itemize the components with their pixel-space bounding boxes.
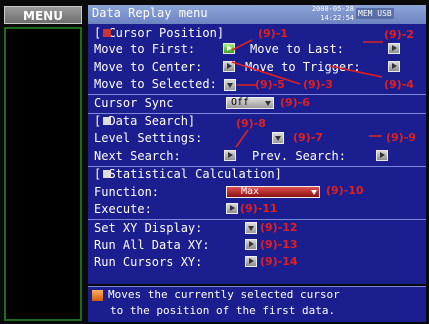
annotation-9-14: (9)-14 bbox=[260, 255, 298, 268]
help-text-line1: Moves the currently selected cursor bbox=[108, 288, 340, 301]
move-to-first-button[interactable] bbox=[223, 43, 235, 54]
cursor-sync-label: Cursor Sync bbox=[94, 96, 174, 110]
cursor-sync-value: Off bbox=[231, 97, 250, 108]
annotation-9-13: (9)-13 bbox=[260, 238, 298, 251]
annotation-9-12: (9)-12 bbox=[260, 221, 298, 234]
move-to-center-label: Move to Center: bbox=[94, 60, 203, 74]
annotation-9-11: (9)-11 bbox=[240, 202, 278, 215]
binoculars-icon bbox=[103, 117, 111, 125]
execute-label: Execute: bbox=[94, 202, 152, 216]
run-all-data-xy-label: Run All Data XY: bbox=[94, 238, 210, 252]
level-settings-dropdown[interactable] bbox=[272, 132, 284, 144]
move-to-last-label: Move to Last: bbox=[250, 42, 344, 56]
menu-button[interactable]: MENU bbox=[4, 6, 82, 24]
annotation-9-4: (9)-4 bbox=[384, 78, 414, 91]
chevron-down-icon bbox=[227, 83, 233, 88]
move-to-selected-label: Move to Selected: bbox=[94, 77, 217, 91]
function-label: Function: bbox=[94, 185, 160, 199]
screen: MENU Data Replay menu 2008-05-28 14:22:5… bbox=[0, 0, 429, 324]
next-search-label: Next Search: bbox=[94, 149, 181, 163]
chevron-down-icon bbox=[265, 101, 271, 106]
level-settings-label: Level Settings: bbox=[94, 131, 203, 145]
cursor-section-icon bbox=[103, 29, 111, 37]
datetime-display: 2008-05-28 14:22:54 bbox=[308, 5, 354, 23]
run-all-data-xy-button[interactable] bbox=[245, 239, 257, 250]
chevron-down-icon bbox=[275, 136, 281, 141]
info-icon bbox=[92, 290, 103, 301]
help-panel: Moves the currently selected cursor to t… bbox=[88, 286, 426, 322]
prev-search-label: Prev. Search: bbox=[252, 149, 346, 163]
annotation-9-2: (9)-2 bbox=[384, 28, 414, 41]
data-replay-panel: [ Cursor Position] Move to First: Move t… bbox=[88, 24, 426, 284]
annotation-9-10: (9)-10 bbox=[326, 184, 364, 197]
prev-search-button[interactable] bbox=[376, 150, 388, 161]
annotation-9-8: (9)-8 bbox=[236, 117, 266, 130]
move-to-last-button[interactable] bbox=[388, 43, 400, 54]
annotation-9-7: (9)-7 bbox=[293, 131, 323, 144]
annotation-9-9: (9)-9 bbox=[386, 131, 416, 144]
title-bar: Data Replay menu 2008-05-28 14:22:54 MEM… bbox=[88, 5, 426, 24]
function-dropdown[interactable]: Max bbox=[226, 186, 320, 198]
cursor-sync-dropdown[interactable]: Off bbox=[226, 97, 274, 109]
run-cursors-xy-label: Run Cursors XY: bbox=[94, 255, 203, 269]
section-cursor-position: [ Cursor Position] bbox=[94, 25, 224, 41]
page-title: Data Replay menu bbox=[92, 6, 208, 20]
date-text: 2008-05-28 bbox=[311, 5, 354, 13]
help-text-line2: to the position of the first data. bbox=[110, 304, 336, 317]
move-to-first-label: Move to First: bbox=[94, 42, 196, 56]
annotation-9-1: (9)-1 bbox=[258, 27, 288, 40]
function-value: Max bbox=[241, 186, 260, 197]
move-to-trigger-button[interactable] bbox=[388, 61, 400, 72]
set-xy-display-dropdown[interactable] bbox=[245, 222, 257, 234]
chevron-down-icon bbox=[248, 226, 254, 231]
left-panel bbox=[4, 27, 82, 321]
section-statistical-label: [ Statistical Calculation] bbox=[94, 167, 282, 181]
set-xy-display-label: Set XY Display: bbox=[94, 221, 203, 235]
time-text: 14:22:54 bbox=[320, 14, 354, 22]
run-cursors-xy-button[interactable] bbox=[245, 256, 257, 267]
chevron-down-icon bbox=[311, 190, 317, 195]
annotation-9-6: (9)-6 bbox=[280, 96, 310, 109]
move-to-selected-dropdown[interactable] bbox=[224, 79, 236, 91]
device-display: MENU Data Replay menu 2008-05-28 14:22:5… bbox=[0, 0, 429, 324]
move-to-center-button[interactable] bbox=[223, 61, 235, 72]
annotation-9-5: (9)-5 bbox=[255, 78, 285, 91]
move-to-trigger-label: Move to Trigger: bbox=[245, 60, 361, 74]
section-cursor-position-label: [ Cursor Position] bbox=[94, 26, 225, 40]
usb-status-badge: MEM USB bbox=[356, 8, 394, 19]
calculator-icon bbox=[103, 170, 111, 178]
annotation-9-3: (9)-3 bbox=[303, 78, 333, 91]
section-statistical: [ Statistical Calculation] bbox=[94, 166, 282, 182]
next-search-button[interactable] bbox=[224, 150, 236, 161]
execute-button[interactable] bbox=[226, 203, 238, 214]
